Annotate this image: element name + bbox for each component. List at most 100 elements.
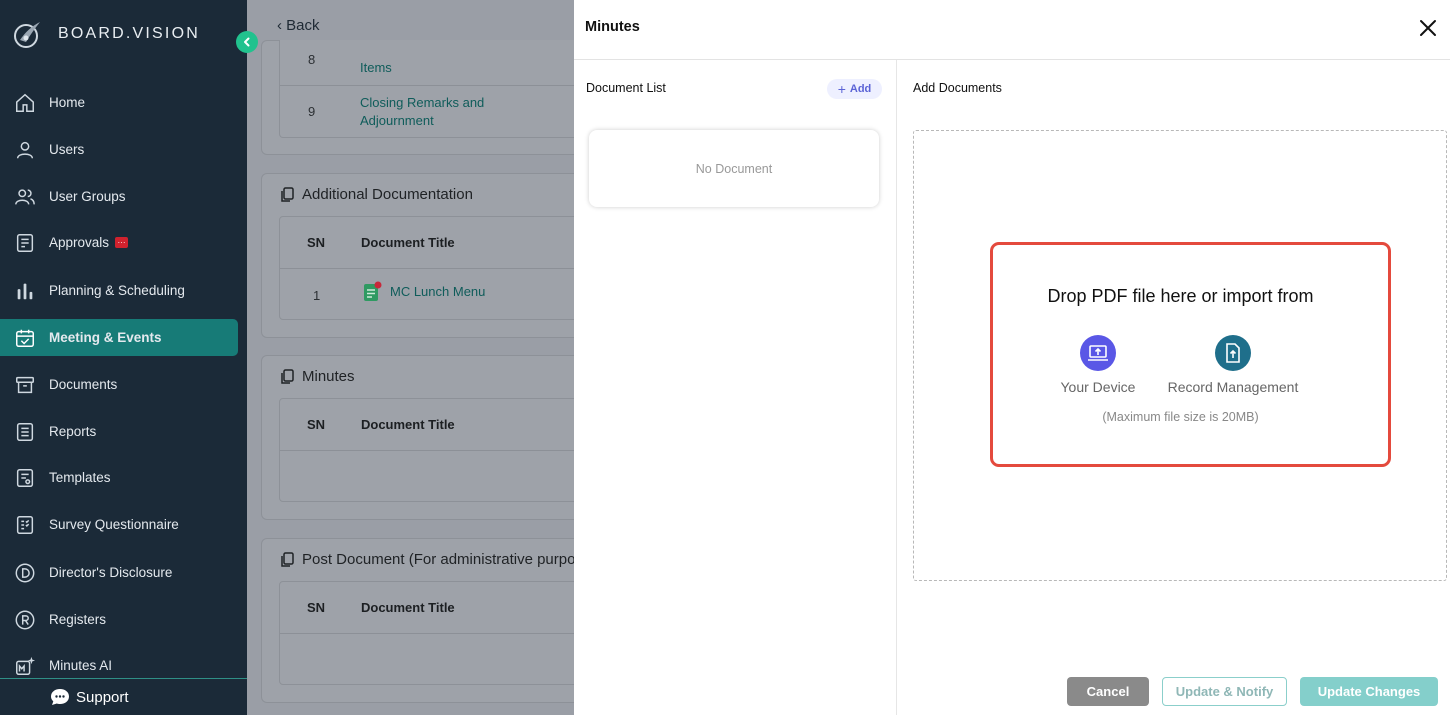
document-list-label: Document List [586,81,666,95]
plus-icon: + [837,81,846,97]
chevron-left-icon: ‹ [277,17,287,34]
record-management-option[interactable]: Record Management [1162,335,1304,395]
sidebar-item-survey[interactable]: Survey Questionnaire [0,506,238,543]
row-divider [280,450,578,451]
brand[interactable]: BOARD.VISION [12,18,200,50]
back-link[interactable]: ‹ Back [277,17,320,34]
sidebar-item-users[interactable]: Users [0,131,238,168]
file-upload-icon [1215,335,1251,371]
brand-logo-icon [14,22,40,48]
sidebar-item-registers[interactable]: Registers [0,601,238,638]
add-documents-label: Add Documents [913,81,1002,95]
chevron-left-icon [244,37,250,47]
section-title: Additional Documentation [302,186,473,203]
copy-document-icon [281,552,294,567]
agenda-item-link[interactable]: Closing Remarks and Adjournment [360,94,510,130]
your-device-option[interactable]: Your Device [1052,335,1144,395]
notification-badge-icon: ··· [115,237,129,248]
minutes-table: SN Document Title [279,398,579,502]
calendar-check-icon [16,329,34,347]
column-divider [896,60,897,715]
column-header-sn: SN [307,600,326,615]
max-file-size-note: (Maximum file size is 20MB) [1102,410,1259,424]
sidebar-item-label: Director's Disclosure [49,565,173,580]
sidebar-item-home[interactable]: Home [0,84,238,121]
row-divider [280,85,578,86]
sidebar-item-label: Home [49,95,86,110]
support-button[interactable]: Support [0,678,247,715]
sidebar-item-label: Users [49,142,85,157]
cancel-button[interactable]: Cancel [1067,677,1149,706]
sidebar-item-documents[interactable]: Documents [0,366,238,403]
column-header-sn: SN [307,235,326,250]
additional-docs-table: SN Document Title 1 MC Lunch Menu [279,216,579,320]
post-document-table: SN Document Title [279,581,579,685]
update-notify-button[interactable]: Update & Notify [1162,677,1287,706]
sidebar-item-label: Meeting & Events [49,330,162,345]
sidebar-item-meeting-events[interactable]: Meeting & Events [0,319,238,356]
close-icon[interactable] [1418,18,1438,38]
additional-docs-card: Additional Documentation SN Document Tit… [261,173,591,338]
drop-instructions: Drop PDF file here or import from [1047,286,1314,306]
post-document-card: Post Document (For administrative purpos… [261,538,591,703]
report-icon [16,422,34,441]
user-group-icon [15,188,35,205]
collapse-sidebar-button[interactable] [236,31,258,53]
column-header-sn: SN [307,417,326,432]
sidebar-item-planning[interactable]: Planning & Scheduling [0,272,238,309]
modal-title: Minutes [585,19,640,35]
minutes-ai-icon [16,656,36,675]
sidebar-item-label: Reports [49,424,97,439]
add-document-button[interactable]: + Add [827,79,882,99]
source-label: Record Management [1167,379,1299,395]
source-label: Your Device [1060,379,1136,395]
sidebar-item-reports[interactable]: Reports [0,413,238,450]
sidebar-item-templates[interactable]: Templates [0,459,238,496]
sidebar-item-label: Documents [49,377,118,392]
sidebar-item-user-groups[interactable]: User Groups [0,178,238,215]
column-header-title: Document Title [361,417,455,432]
survey-icon [16,515,34,534]
approvals-icon [16,233,34,252]
brand-name: BOARD.VISION [58,25,200,42]
chat-icon [51,689,69,705]
agenda-sn: 8 [308,52,316,67]
row-sn: 1 [313,288,321,303]
agenda-item-link[interactable]: Items [360,60,392,75]
agenda-table: 8 Items 9 Closing Remarks and Adjournmen… [279,40,579,138]
row-divider [280,268,578,269]
home-icon [16,93,34,112]
update-changes-button[interactable]: Update Changes [1300,677,1438,706]
sidebar-item-directors-disclosure[interactable]: Director's Disclosure [0,554,238,591]
copy-document-icon [281,187,294,202]
header-divider [574,59,1450,60]
support-label: Support [76,688,129,706]
section-title: Post Document (For administrative purpos [302,551,583,568]
column-header-title: Document Title [361,600,455,615]
agenda-sn: 9 [308,104,316,119]
no-document-text: No Document [695,161,773,176]
laptop-upload-icon [1080,335,1116,371]
sidebar-item-label: User Groups [49,189,126,204]
sidebar-item-approvals[interactable]: Approvals ··· [0,224,238,261]
circle-r-icon [15,610,35,629]
bar-chart-icon [17,283,33,299]
empty-document-list: No Document [589,130,879,207]
sidebar-item-label: Templates [49,470,111,485]
minutes-modal: Minutes Document List + Add No Document A… [574,0,1450,715]
template-icon [16,468,34,487]
column-header-title: Document Title [361,235,455,250]
archive-icon [16,376,34,393]
document-icon [364,281,382,301]
sidebar-item-label: Minutes AI [49,658,113,673]
user-icon [16,141,34,158]
back-label: Back [286,17,320,34]
sidebar-item-label: Survey Questionnaire [49,517,179,532]
sidebar-item-label: Registers [49,612,107,627]
sidebar: BOARD.VISION Home Users User Groups Appr… [0,0,247,715]
minutes-card: Minutes SN Document Title [261,355,591,520]
add-label: Add [849,83,872,95]
document-link[interactable]: MC Lunch Menu [390,284,485,299]
section-title: Minutes [302,368,355,385]
row-divider [280,633,578,634]
